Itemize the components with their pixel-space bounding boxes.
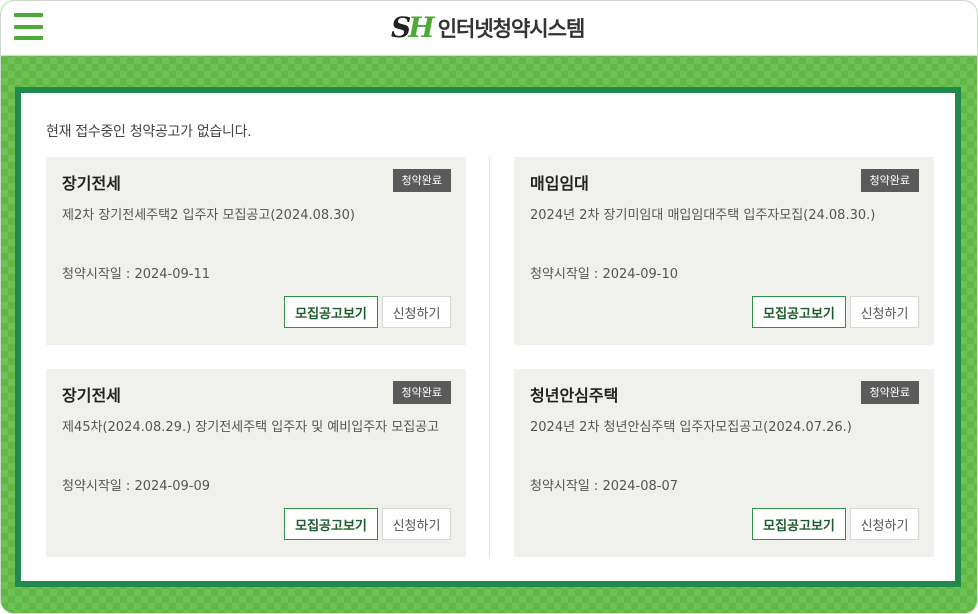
card-description: 2024년 2차 장기미임대 매입임대주택 입주자모집(24.08.30.) [530, 208, 876, 223]
hamburger-menu-icon[interactable] [14, 12, 43, 41]
card-start-date: 청약시작일 : 2024-09-11 [62, 267, 210, 282]
column-divider [489, 157, 490, 559]
no-open-announcement-notice: 현재 접수중인 청약공고가 없습니다. [46, 124, 252, 140]
card-title: 장기전세 [62, 386, 121, 405]
apply-button[interactable]: 신청하기 [850, 296, 919, 328]
announcement-card: 매입임대 청약완료 2024년 2차 장기미임대 매입임대주택 입주자모집(24… [514, 157, 934, 345]
sh-logo[interactable]: SH 인터넷청약시스템 [391, 10, 586, 46]
card-description: 제2차 장기전세주택2 입주자 모집공고(2024.08.30) [62, 208, 355, 223]
view-notice-button[interactable]: 모집공고보기 [752, 508, 846, 540]
top-header: SH 인터넷청약시스템 [1, 1, 977, 56]
card-title: 장기전세 [62, 174, 121, 193]
view-notice-button[interactable]: 모집공고보기 [752, 296, 846, 328]
announcement-panel: 현재 접수중인 청약공고가 없습니다. 장기전세 청약완료 제2차 장기전세주택… [15, 87, 961, 587]
card-title: 청년안심주택 [530, 386, 619, 405]
apply-button[interactable]: 신청하기 [850, 508, 919, 540]
view-notice-button[interactable]: 모집공고보기 [284, 508, 378, 540]
card-start-date: 청약시작일 : 2024-09-10 [530, 267, 678, 282]
apply-button[interactable]: 신청하기 [382, 296, 451, 328]
view-notice-button[interactable]: 모집공고보기 [284, 296, 378, 328]
card-description: 2024년 2차 청년안심주택 입주자모집공고(2024.07.26.) [530, 420, 852, 435]
app-frame: SH 인터넷청약시스템 현재 접수중인 청약공고가 없습니다. 장기전세 청약완… [0, 0, 978, 614]
announcement-card: 장기전세 청약완료 제2차 장기전세주택2 입주자 모집공고(2024.08.3… [46, 157, 466, 345]
status-badge: 청약완료 [860, 381, 919, 404]
announcement-card: 장기전세 청약완료 제45차(2024.08.29.) 장기전세주택 입주자 및… [46, 369, 466, 557]
card-title: 매입임대 [530, 174, 589, 193]
apply-button[interactable]: 신청하기 [382, 508, 451, 540]
sh-logo-mark: SH [391, 11, 435, 44]
card-start-date: 청약시작일 : 2024-08-07 [530, 479, 678, 494]
card-description: 제45차(2024.08.29.) 장기전세주택 입주자 및 예비입주자 모집공… [62, 420, 440, 435]
status-badge: 청약완료 [392, 169, 451, 192]
announcement-card: 청년안심주택 청약완료 2024년 2차 청년안심주택 입주자모집공고(2024… [514, 369, 934, 557]
status-badge: 청약완료 [392, 381, 451, 404]
status-badge: 청약완료 [860, 169, 919, 192]
site-title: 인터넷청약시스템 [437, 17, 586, 41]
card-start-date: 청약시작일 : 2024-09-09 [62, 479, 210, 494]
